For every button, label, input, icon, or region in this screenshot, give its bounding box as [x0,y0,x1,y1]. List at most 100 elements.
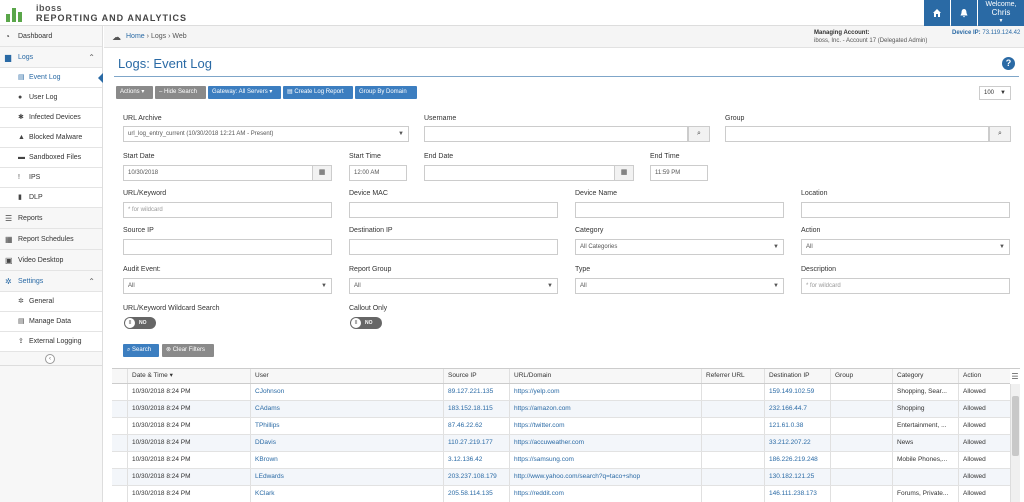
table-row[interactable]: 10/30/2018 8:24 PM KBrown 3.12.136.42 https… [112,452,1010,469]
actions-button[interactable]: Actions ▾ [116,86,153,99]
table-cell[interactable]: http://www.yahoo.com/search?q=taco+shop [509,469,701,485]
search-button[interactable]: ⌕ Search [123,344,159,357]
username-search-button[interactable]: ⌕ [688,126,710,142]
description-input[interactable]: * for wildcard [801,278,1010,294]
iboss-logo[interactable]: iboss REPORTING AND ANALYTICS [6,2,206,24]
table-row[interactable]: 10/30/2018 8:24 PM DDavis 110.27.219.177 ht… [112,435,1010,452]
column-header[interactable]: User [250,369,443,383]
sidebar-item-ips[interactable]: ! IPS [0,168,102,188]
gateway-button[interactable]: Gateway: All Servers ▾ [208,86,281,99]
table-cell[interactable]: 203.237.108.179 [443,469,509,485]
sidebar-item-dashboard[interactable]: ◔ Dashboard [0,26,102,47]
table-cell[interactable]: https://yelp.com [509,384,701,400]
hide-search-button[interactable]: – Hide Search [155,86,206,99]
group-search-button[interactable]: ⌕ [989,126,1011,142]
column-header[interactable]: Category [892,369,958,383]
table-cell[interactable]: 121.61.0.38 [764,418,830,434]
table-cell[interactable]: https://accuweather.com [509,435,701,451]
table-cell[interactable]: 87.46.22.62 [443,418,509,434]
sidebar-item-external-logging[interactable]: ⇪ External Logging [0,332,102,352]
header-select-cell[interactable] [112,369,127,383]
collapse-sidebar-button[interactable]: ‹ [45,354,55,364]
start-time-input[interactable]: 12:00 AM [349,165,407,181]
location-input[interactable] [801,202,1010,218]
table-cell[interactable]: 33.212.207.22 [764,435,830,451]
table-cell[interactable]: 186.226.219.248 [764,452,830,468]
sidebar-item-report-schedules[interactable]: ▦ Report Schedules [0,229,102,250]
table-cell[interactable]: 89.127.221.135 [443,384,509,400]
type-select[interactable]: All ▼ [575,278,784,294]
table-row[interactable]: 10/30/2018 8:24 PM CJohnson 89.127.221.135… [112,384,1010,401]
user-menu-button[interactable]: Welcome, Chris ▼ [978,0,1024,26]
wildcard-search-toggle[interactable]: II NO [124,317,156,329]
row-select-cell[interactable] [112,401,127,417]
username-input[interactable] [424,126,688,142]
column-header[interactable]: Destination IP [764,369,830,383]
source-ip-input[interactable] [123,239,332,255]
action-select[interactable]: All ▼ [801,239,1010,255]
table-cell[interactable]: https://twitter.com [509,418,701,434]
table-cell[interactable]: 205.58.114.135 [443,486,509,502]
column-header[interactable]: URL/Domain [509,369,701,383]
group-input[interactable] [725,126,989,142]
sidebar-item-settings[interactable]: ✲ Settings ⌃ [0,271,102,292]
table-cell[interactable]: https://amazon.com [509,401,701,417]
notifications-button[interactable] [951,0,977,26]
table-cell[interactable]: KClark [250,486,443,502]
sidebar-item-blocked-malware[interactable]: ▲ Blocked Malware [0,128,102,148]
sidebar-item-user-log[interactable]: ● User Log [0,88,102,108]
column-menu-icon[interactable]: ☰ [1010,369,1020,384]
table-cell[interactable]: 110.27.219.177 [443,435,509,451]
audit-event-select[interactable]: All ▼ [123,278,332,294]
create-log-report-button[interactable]: ▤ Create Log Report [283,86,353,99]
clear-filters-button[interactable]: ⊗ Clear Filters [162,344,214,357]
table-cell[interactable]: 159.149.102.59 [764,384,830,400]
url-keyword-input[interactable]: * for wildcard [123,202,332,218]
table-cell[interactable]: CJohnson [250,384,443,400]
device-name-input[interactable] [575,202,784,218]
home-button[interactable] [924,0,950,26]
column-header[interactable]: Date & Time ▾ [127,369,250,383]
table-row[interactable]: 10/30/2018 8:24 PM TPhillips 87.46.22.62 ht… [112,418,1010,435]
category-select[interactable]: All Categories ▼ [575,239,784,255]
end-time-input[interactable]: 11:59 PM [650,165,708,181]
sidebar-item-reports[interactable]: ☰ Reports [0,208,102,229]
breadcrumb-home-link[interactable]: Home [126,33,145,40]
row-select-cell[interactable] [112,452,127,468]
table-cell[interactable]: LEdwards [250,469,443,485]
scrollbar-thumb[interactable] [1012,396,1019,456]
row-select-cell[interactable] [112,486,127,502]
sidebar-item-manage-data[interactable]: ▤ Manage Data [0,312,102,332]
table-scrollbar[interactable] [1010,384,1020,502]
help-icon[interactable]: ? [1002,57,1015,70]
sidebar-item-general[interactable]: ✲ General [0,292,102,312]
end-date-input[interactable] [424,165,615,181]
table-cell[interactable]: 183.152.18.115 [443,401,509,417]
table-cell[interactable]: 146.111.238.173 [764,486,830,502]
destination-ip-input[interactable] [349,239,558,255]
sidebar-item-logs[interactable]: ▆ Logs ⌃ [0,47,102,68]
table-row[interactable]: 10/30/2018 8:24 PM LEdwards 203.237.108.17… [112,469,1010,486]
table-cell[interactable]: https://reddit.com [509,486,701,502]
table-cell[interactable]: 3.12.136.42 [443,452,509,468]
table-cell[interactable]: 130.182.121.25 [764,469,830,485]
start-date-calendar-button[interactable]: ▦ [312,165,332,181]
table-cell[interactable]: https://samsung.com [509,452,701,468]
url-archive-select[interactable]: url_log_entry_current (10/30/2018 12:21 … [123,126,409,142]
device-mac-input[interactable] [349,202,558,218]
row-select-cell[interactable] [112,435,127,451]
table-cell[interactable]: DDavis [250,435,443,451]
sidebar-item-dlp[interactable]: ▮ DLP [0,188,102,208]
sidebar-item-video-desktop[interactable]: ▣ Video Desktop [0,250,102,271]
callout-only-toggle[interactable]: II NO [350,317,382,329]
report-group-select[interactable]: All ▼ [349,278,558,294]
sidebar-item-sandboxed-files[interactable]: ▬ Sandboxed Files [0,148,102,168]
table-row[interactable]: 10/30/2018 8:24 PM CAdams 183.152.18.115 ht… [112,401,1010,418]
sidebar-item-event-log[interactable]: ▤ Event Log [0,68,103,88]
sidebar-item-infected-devices[interactable]: ✱ Infected Devices [0,108,102,128]
column-header[interactable]: Group [830,369,892,383]
table-cell[interactable]: 232.166.44.7 [764,401,830,417]
row-select-cell[interactable] [112,469,127,485]
end-date-calendar-button[interactable]: ▦ [614,165,634,181]
column-header[interactable]: Referrer URL [701,369,764,383]
